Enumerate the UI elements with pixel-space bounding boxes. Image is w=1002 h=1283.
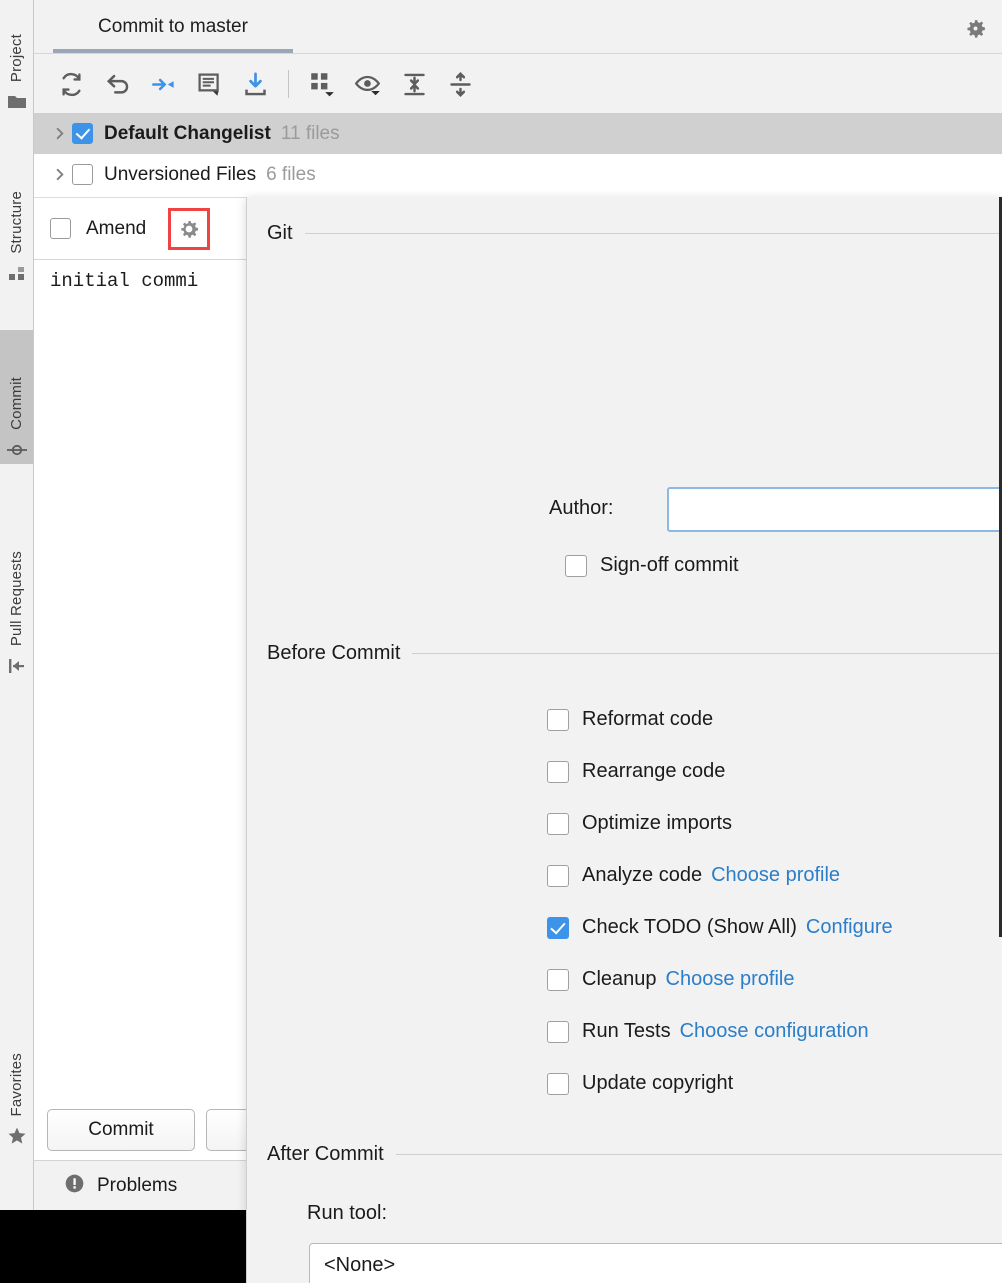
pull-request-icon: [7, 656, 27, 676]
update-copyright-row[interactable]: Update copyright: [547, 1072, 733, 1095]
run-tests-choose-configuration-link[interactable]: Choose configuration: [680, 1020, 869, 1043]
table-row[interactable]: Unversioned Files 6 files: [34, 154, 1002, 195]
tab-bar: Commit to master: [34, 0, 1002, 54]
commit-node-icon: [7, 440, 27, 460]
sidebar-item-label: Favorites: [8, 1051, 25, 1121]
update-copyright-checkbox[interactable]: [547, 1073, 569, 1095]
group-by-button[interactable]: [299, 62, 345, 106]
tool-window-stripe: Project Structure Commit: [0, 0, 34, 1283]
refresh-changes-button[interactable]: [48, 62, 94, 106]
optimize-imports-label: Optimize imports: [582, 812, 732, 835]
preview-diff-button[interactable]: [345, 62, 391, 106]
analyze-code-row[interactable]: Analyze code Choose profile: [547, 864, 840, 887]
unversioned-file-count: 6 files: [266, 164, 316, 186]
cleanup-row[interactable]: Cleanup Choose profile: [547, 968, 794, 991]
git-section-title: Git: [267, 222, 293, 245]
commit-toolbar: [34, 55, 1002, 113]
sidebar-item-label: Project: [8, 32, 25, 86]
cleanup-label: Cleanup: [582, 968, 657, 991]
signoff-commit-row[interactable]: Sign-off commit: [565, 554, 739, 577]
optimize-imports-checkbox[interactable]: [547, 813, 569, 835]
before-commit-section-title: Before Commit: [267, 642, 400, 665]
problems-label: Problems: [97, 1175, 177, 1197]
check-todo-row[interactable]: Check TODO (Show All) Configure: [547, 916, 893, 939]
expand-all-button[interactable]: [391, 62, 437, 106]
cleanup-checkbox[interactable]: [547, 969, 569, 991]
sidebar-item-commit[interactable]: Commit: [0, 330, 33, 464]
toolbar-separator: [288, 70, 289, 98]
commit-message-text: initial commi: [50, 270, 198, 292]
rearrange-code-label: Rearrange code: [582, 760, 725, 783]
section-divider: [396, 1154, 1002, 1155]
author-label: Author:: [549, 497, 613, 520]
problems-icon: [64, 1173, 85, 1199]
author-input[interactable]: [667, 487, 1002, 532]
folder-icon: [7, 92, 27, 112]
show-diff-button[interactable]: [140, 62, 186, 106]
sidebar-item-favorites[interactable]: Favorites: [0, 1000, 33, 1150]
tab-commit-to-master[interactable]: Commit to master: [45, 0, 301, 53]
ide-window: Project Structure Commit: [0, 0, 1002, 1283]
chevron-right-icon[interactable]: [46, 162, 72, 188]
after-commit-section-header: After Commit: [267, 1143, 1002, 1166]
reformat-code-label: Reformat code: [582, 708, 713, 731]
run-tests-checkbox[interactable]: [547, 1021, 569, 1043]
section-divider: [412, 653, 1002, 654]
changelist-file-count: 11 files: [281, 123, 340, 145]
analyze-code-label: Analyze code: [582, 864, 702, 887]
analyze-code-choose-profile-link[interactable]: Choose profile: [711, 864, 840, 887]
section-divider: [305, 233, 1002, 234]
run-tool-select[interactable]: <None>: [309, 1243, 1002, 1283]
check-todo-label: Check TODO (Show All): [582, 916, 797, 939]
cleanup-choose-profile-link[interactable]: Choose profile: [666, 968, 795, 991]
sidebar-item-label: Pull Requests: [8, 549, 25, 650]
chevron-right-icon[interactable]: [46, 121, 72, 147]
collapse-all-button[interactable]: [437, 62, 483, 106]
update-copyright-label: Update copyright: [582, 1072, 733, 1095]
git-section-header: Git: [267, 222, 1002, 245]
commit-options-gear-icon[interactable]: [168, 208, 210, 250]
commit-button[interactable]: Commit: [47, 1109, 195, 1151]
run-tests-label: Run Tests: [582, 1020, 671, 1043]
commit-message-history-button[interactable]: [186, 62, 232, 106]
unversioned-checkbox[interactable]: [72, 164, 93, 185]
run-tool-label: Run tool:: [307, 1202, 387, 1225]
amend-checkbox[interactable]: [50, 218, 71, 239]
analyze-code-checkbox[interactable]: [547, 865, 569, 887]
after-commit-section-title: After Commit: [267, 1143, 384, 1166]
check-todo-configure-link[interactable]: Configure: [806, 916, 893, 939]
amend-label: Amend: [86, 218, 146, 240]
changelist-checkbox[interactable]: [72, 123, 93, 144]
rearrange-code-checkbox[interactable]: [547, 761, 569, 783]
run-tests-row[interactable]: Run Tests Choose configuration: [547, 1020, 869, 1043]
changes-tree: Default Changelist 11 files Unversioned …: [34, 113, 1002, 197]
table-row[interactable]: Default Changelist 11 files: [34, 113, 1002, 154]
commit-options-popup: Git Author: Sign-off commit Before Commi…: [246, 197, 1002, 1283]
reformat-code-row[interactable]: Reformat code: [547, 708, 713, 731]
signoff-commit-label: Sign-off commit: [600, 554, 739, 577]
rollback-button[interactable]: [94, 62, 140, 106]
terminal-panel: [0, 1210, 246, 1283]
reformat-code-checkbox[interactable]: [547, 709, 569, 731]
star-icon: [7, 1126, 27, 1146]
commit-settings-gear-icon[interactable]: [960, 13, 990, 43]
sidebar-item-pull-requests[interactable]: Pull Requests: [0, 490, 33, 680]
sidebar-item-label: Commit: [8, 375, 25, 434]
sidebar-item-structure[interactable]: Structure: [0, 158, 33, 288]
sidebar-item-project[interactable]: Project: [0, 8, 33, 116]
structure-icon: [7, 264, 27, 284]
update-project-button[interactable]: [232, 62, 278, 106]
before-commit-section-header: Before Commit: [267, 642, 1002, 665]
check-todo-checkbox[interactable]: [547, 917, 569, 939]
optimize-imports-row[interactable]: Optimize imports: [547, 812, 732, 835]
rearrange-code-row[interactable]: Rearrange code: [547, 760, 725, 783]
sidebar-item-label: Structure: [8, 189, 25, 258]
signoff-commit-checkbox[interactable]: [565, 555, 587, 577]
unversioned-name: Unversioned Files: [104, 164, 256, 186]
changelist-name: Default Changelist: [104, 123, 271, 145]
tab-label: Commit to master: [98, 16, 248, 38]
